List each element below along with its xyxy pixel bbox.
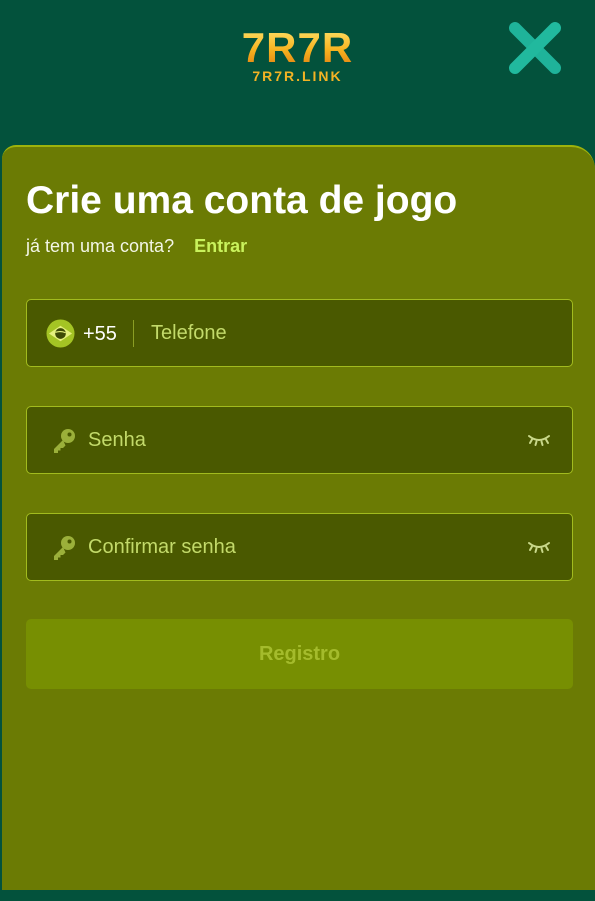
password-input[interactable]	[88, 407, 508, 473]
confirm-password-field[interactable]	[26, 513, 573, 581]
password-field[interactable]	[26, 406, 573, 474]
top-header: 7R7R 7R7R.LINK	[0, 0, 595, 145]
phone-field[interactable]: +55	[26, 299, 573, 367]
login-link[interactable]: Entrar	[194, 236, 247, 256]
login-prompt-text: já tem uma conta?	[26, 236, 175, 256]
eye-closed-icon[interactable]	[527, 431, 551, 449]
register-button[interactable]: Registro	[26, 619, 573, 689]
close-icon[interactable]	[505, 18, 565, 78]
key-icon	[54, 429, 75, 453]
phone-input[interactable]	[151, 300, 551, 366]
confirm-password-input[interactable]	[88, 514, 508, 580]
login-prompt: já tem uma conta? Entrar	[26, 235, 247, 257]
page-title: Crie uma conta de jogo	[26, 179, 458, 222]
brazil-flag-icon	[46, 319, 75, 348]
eye-closed-icon[interactable]	[527, 538, 551, 556]
register-panel: Crie uma conta de jogo já tem uma conta?…	[2, 145, 595, 890]
country-code[interactable]: +55	[83, 322, 117, 346]
key-icon	[54, 536, 75, 560]
field-divider	[133, 320, 134, 347]
bottom-strip	[0, 890, 595, 901]
